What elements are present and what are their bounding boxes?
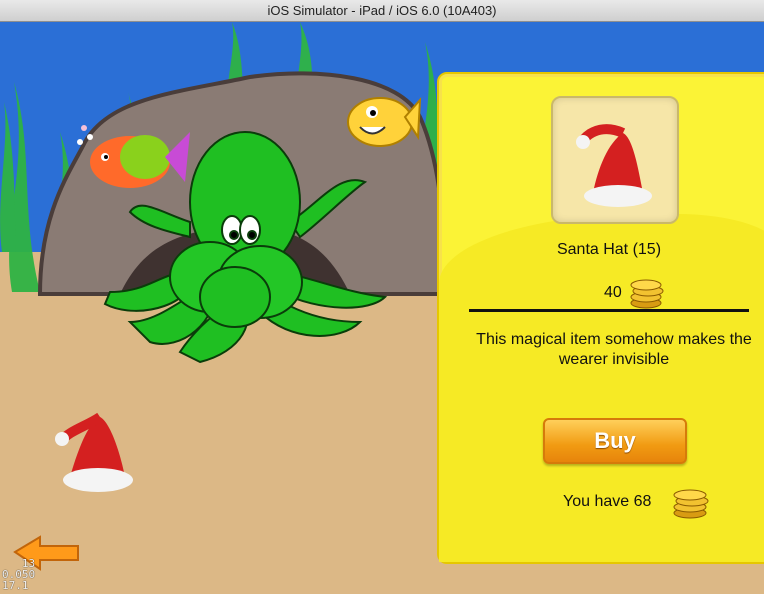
- price-value: 40: [604, 284, 622, 302]
- balance: You have 68: [563, 485, 710, 519]
- item-preview[interactable]: [551, 96, 679, 224]
- debug-stats: 13 0.050 17.1: [2, 558, 35, 591]
- santa-hat-icon: [576, 124, 652, 207]
- game-scene[interactable]: Santa Hat (15) 40 This magical item some…: [0, 22, 764, 594]
- buy-button[interactable]: Buy: [543, 418, 687, 464]
- debug-line: 17.1: [2, 579, 29, 592]
- window-title: iOS Simulator - iPad / iOS 6.0 (10A403): [0, 0, 764, 22]
- divider: [469, 309, 749, 312]
- item-name: Santa Hat (15): [556, 241, 662, 258]
- balance-text: You have 68: [563, 493, 652, 511]
- item-price: 40: [604, 277, 666, 309]
- item-description: This magical item somehow makes the wear…: [476, 331, 752, 368]
- coin-stack-icon: [630, 279, 664, 309]
- coin-stack-icon: [673, 489, 709, 519]
- santa-hat-on-floor: [55, 412, 133, 492]
- shop-panel: Santa Hat (15) 40 This magical item some…: [437, 72, 764, 564]
